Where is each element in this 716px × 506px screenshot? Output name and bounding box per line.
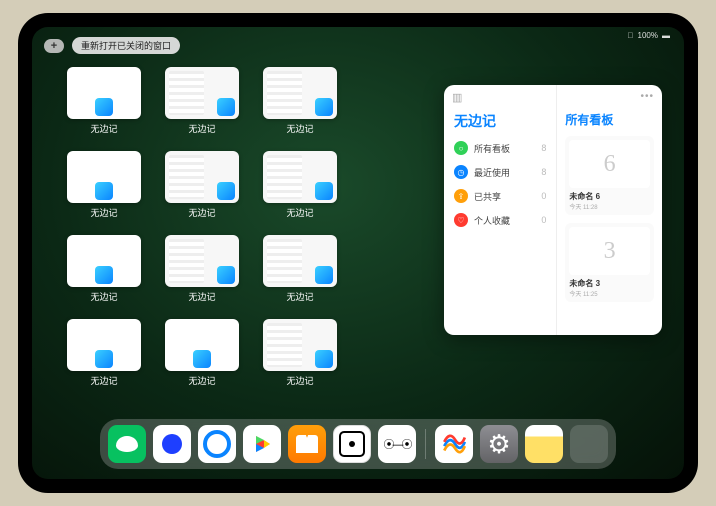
dock-app-library[interactable] [570, 425, 608, 463]
board-subtitle: 今天 11:25 [569, 289, 650, 298]
window-label: 无边记 [286, 374, 313, 387]
dock-separator [425, 429, 426, 459]
board-thumbnail: 6 [569, 140, 650, 188]
board-thumbnail: 3 [569, 227, 650, 275]
category-count: 8 [541, 143, 546, 153]
category-icon: ◷ [454, 165, 468, 179]
panel-title: 无边记 [454, 111, 546, 131]
dock-app-qqbrowser[interactable] [198, 425, 236, 463]
category-label: 最近使用 [474, 166, 510, 179]
dock-app-dice[interactable] [333, 425, 371, 463]
window-label: 无边记 [286, 122, 313, 135]
new-window-button[interactable]: + [44, 39, 64, 53]
window-thumbnail[interactable]: 无边记 [66, 67, 142, 135]
panel-section-title: 所有看板 [565, 111, 654, 128]
category-icon: ○ [454, 141, 468, 155]
window-thumbnail[interactable]: 无边记 [66, 319, 142, 387]
window-label: 无边记 [286, 206, 313, 219]
reopen-closed-window-button[interactable]: 重新打开已关闭的窗口 [72, 37, 180, 54]
wifi-icon: 􀙇 [628, 31, 634, 40]
window-label: 无边记 [188, 122, 215, 135]
window-label: 无边记 [188, 290, 215, 303]
window-thumbnail[interactable]: 无边记 [66, 235, 142, 303]
category-row[interactable]: ◷ 最近使用 8 [454, 165, 546, 179]
dock-app-wechat[interactable] [108, 425, 146, 463]
top-bar: + 重新打开已关闭的窗口 [44, 37, 180, 54]
window-label: 无边记 [90, 206, 117, 219]
window-label: 无边记 [90, 290, 117, 303]
category-label: 个人收藏 [474, 214, 510, 227]
window-label: 无边记 [286, 290, 313, 303]
board-item[interactable]: 6 未命名 6 今天 11:28 [565, 136, 654, 215]
category-row[interactable]: ⇪ 已共享 0 [454, 189, 546, 203]
window-thumbnail[interactable]: 无边记 [262, 151, 338, 219]
category-row[interactable]: ♡ 个人收藏 0 [454, 213, 546, 227]
window-thumbnail[interactable]: 无边记 [262, 67, 338, 135]
screen: 􀙇 100% ▬ + 重新打开已关闭的窗口 无边记无边记无边记无边记无边记无边记… [32, 27, 684, 479]
window-thumbnail[interactable]: 无边记 [262, 319, 338, 387]
dock-app-notes[interactable] [525, 425, 563, 463]
dock-app-settings[interactable] [480, 425, 518, 463]
battery-icon: ▬ [662, 31, 670, 40]
category-label: 已共享 [474, 190, 501, 203]
window-thumbnail[interactable]: 无边记 [164, 319, 240, 387]
board-item[interactable]: 3 未命名 3 今天 11:25 [565, 223, 654, 302]
window-thumbnail[interactable]: 无边记 [262, 235, 338, 303]
sidebar-icon[interactable]: ▥ [452, 91, 462, 109]
status-bar: 􀙇 100% ▬ [628, 31, 670, 40]
window-thumbnail[interactable]: 无边记 [164, 235, 240, 303]
category-count: 0 [541, 215, 546, 225]
dock [100, 419, 616, 469]
category-icon: ⇪ [454, 189, 468, 203]
panel-content: 所有看板 6 未命名 6 今天 11:28 3 未命名 3 今天 11:25 [557, 85, 662, 335]
dock-app-connect[interactable] [378, 425, 416, 463]
window-label: 无边记 [188, 206, 215, 219]
category-row[interactable]: ○ 所有看板 8 [454, 141, 546, 155]
freeform-panel[interactable]: ▥ ••• 无边记 ○ 所有看板 8◷ 最近使用 8⇪ 已共享 0♡ 个人收藏 … [444, 85, 662, 335]
category-count: 0 [541, 191, 546, 201]
dock-app-quark[interactable] [153, 425, 191, 463]
ipad-frame: 􀙇 100% ▬ + 重新打开已关闭的窗口 无边记无边记无边记无边记无边记无边记… [18, 13, 698, 493]
board-subtitle: 今天 11:28 [569, 202, 650, 211]
category-icon: ♡ [454, 213, 468, 227]
window-label: 无边记 [90, 122, 117, 135]
dock-app-freeform[interactable] [435, 425, 473, 463]
window-label: 无边记 [188, 374, 215, 387]
window-thumbnail[interactable]: 无边记 [66, 151, 142, 219]
window-thumbnail[interactable]: 无边记 [164, 151, 240, 219]
window-thumbnail[interactable]: 无边记 [164, 67, 240, 135]
more-icon[interactable]: ••• [640, 91, 654, 109]
battery-label: 100% [638, 31, 658, 40]
category-label: 所有看板 [474, 142, 510, 155]
dock-app-play[interactable] [243, 425, 281, 463]
board-title: 未命名 3 [569, 278, 650, 289]
panel-sidebar: 无边记 ○ 所有看板 8◷ 最近使用 8⇪ 已共享 0♡ 个人收藏 0 [444, 85, 557, 335]
category-count: 8 [541, 167, 546, 177]
dock-app-books[interactable] [288, 425, 326, 463]
window-label: 无边记 [90, 374, 117, 387]
window-grid: 无边记无边记无边记无边记无边记无边记无边记无边记无边记无边记无边记无边记 [66, 67, 436, 387]
board-title: 未命名 6 [569, 191, 650, 202]
